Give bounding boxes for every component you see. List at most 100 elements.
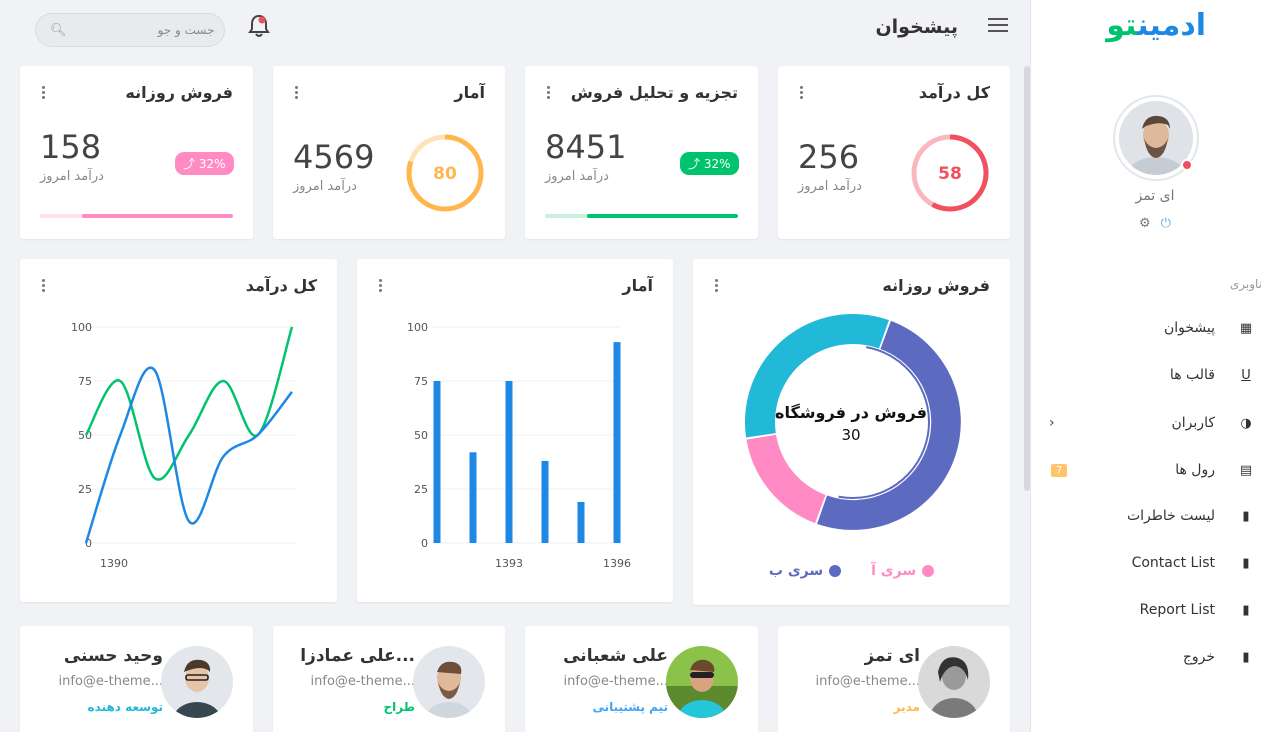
legend-item[interactable]: سری آ — [871, 563, 935, 579]
series-line[interactable] — [84, 366, 293, 544]
bell-icon[interactable] — [247, 13, 271, 39]
dashboard-icon: ▦ — [1239, 320, 1253, 336]
member-role: مدیر — [893, 700, 920, 714]
y-tick-label: 50 — [414, 429, 428, 442]
x-tick-label: 1390 — [100, 557, 128, 570]
legend-item[interactable]: سری ب — [769, 563, 842, 579]
bar[interactable] — [505, 381, 513, 543]
gear-icon[interactable]: ⚙ — [1139, 216, 1151, 231]
x-tick-label: 1396 — [603, 557, 631, 570]
book-icon: ▮ — [1242, 649, 1250, 665]
y-tick-label: 25 — [78, 483, 92, 496]
y-tick-label: 75 — [78, 375, 92, 388]
sidebar-item-label: رول ها — [1175, 462, 1215, 478]
progress-ring: 80 — [406, 134, 484, 212]
menu-icon[interactable] — [988, 18, 1008, 34]
trend-value: 32% — [198, 157, 226, 171]
book-icon: ▮ — [1242, 602, 1250, 618]
trend-up-icon: ⤴ — [688, 157, 701, 171]
sidebar-item-roles[interactable]: ▤ رول ها 7 — [1031, 455, 1278, 485]
line-chart: 02550751001390 — [71, 321, 296, 570]
sidebar-item-label: پیشخوان — [1163, 320, 1215, 336]
y-tick-label: 100 — [407, 321, 428, 334]
more-icon[interactable] — [42, 86, 48, 101]
y-tick-label: 0 — [421, 537, 428, 550]
bar[interactable] — [469, 452, 477, 543]
card-title: فروش روزانه — [882, 276, 990, 295]
team-member-card[interactable]: ای تمز info@e-theme... مدیر — [778, 626, 1010, 732]
search-input[interactable] — [74, 23, 215, 37]
stat-subtitle: درآمد امروز — [545, 169, 609, 184]
trend-pill: ⤴ 32% — [680, 152, 739, 175]
status-dot — [1181, 159, 1193, 171]
brand-part2: تو — [1106, 8, 1138, 43]
member-email: info@e-theme... — [58, 674, 163, 689]
y-tick-label: 50 — [78, 429, 92, 442]
member-email: info@e-theme... — [815, 674, 920, 689]
sidebar-item-logout[interactable]: ▮ خروج — [1031, 642, 1278, 672]
bar[interactable] — [433, 381, 441, 543]
stat-value: 4569 — [293, 138, 375, 176]
series-line[interactable] — [84, 326, 294, 481]
member-role: توسعه دهنده — [87, 700, 163, 714]
page-title: پیشخوان — [875, 16, 958, 38]
stat-card-statistics: آمار 4569 درآمد امروز 80 — [273, 66, 505, 239]
stat-value: 8451 — [545, 128, 627, 166]
bar[interactable] — [577, 501, 585, 543]
chevron-right-icon: › — [1049, 415, 1055, 431]
progress-bar-fill — [82, 214, 233, 218]
brand-logo[interactable]: ادمینتو — [1106, 8, 1206, 43]
team-member-card[interactable]: علی شعبانی info@e-theme... تیم پشتیبانی — [525, 626, 758, 732]
member-avatar — [413, 646, 485, 718]
sidebar-item-label: کاربران — [1171, 415, 1215, 431]
sidebar-item-dashboard[interactable]: ▦ پیشخوان — [1031, 313, 1278, 343]
team-member-card[interactable]: وحید حسنی info@e-theme... توسعه دهنده — [20, 626, 253, 732]
user-avatar[interactable] — [1113, 95, 1199, 181]
sidebar-item-users[interactable]: ◑ کاربران › — [1031, 408, 1278, 438]
donut-chart: فروش در فروشگاه 30 — [744, 314, 961, 530]
sidebar-item-memories[interactable]: ▮ لیست خاطرات — [1031, 501, 1278, 531]
member-role: تیم پشتیبانی — [592, 700, 668, 714]
more-icon[interactable] — [295, 86, 301, 101]
sidebar-item-templates[interactable]: U قالب ها — [1031, 360, 1278, 390]
stat-card-daily-sales: فروش روزانه 158 درآمد امروز ⤴ 32% — [20, 66, 253, 239]
sidebar-item-contact-list[interactable]: ▮ Contact List — [1031, 548, 1278, 578]
donut-slice[interactable] — [817, 320, 961, 530]
contrast-icon: ◑ — [1240, 415, 1252, 431]
bar[interactable] — [541, 460, 549, 543]
power-icon[interactable]: ⏻ — [1161, 216, 1171, 231]
x-tick-label: 1393 — [495, 557, 523, 570]
donut-slice[interactable] — [746, 434, 826, 524]
more-icon[interactable] — [800, 86, 806, 101]
scrollbar[interactable] — [1024, 66, 1030, 491]
progress-bar-fill — [587, 214, 738, 218]
trend-value: 32% — [703, 157, 731, 171]
member-name: ای تمز — [864, 646, 920, 666]
underline-icon: U — [1241, 367, 1251, 383]
card-title: آمار — [454, 83, 485, 102]
bar[interactable] — [613, 342, 621, 543]
stat-card-sales-analysis: تجزیه و تحلیل فروش 8451 درآمد امروز ⤴ 32… — [525, 66, 758, 239]
team-member-card[interactable]: علی عمادزا... info@e-theme... طراح — [273, 626, 505, 732]
card-title: تجزیه و تحلیل فروش — [570, 83, 738, 102]
search-icon[interactable]: 🔍︎ — [50, 23, 67, 38]
brand-part1: ادمین — [1137, 8, 1206, 43]
member-name: علی عمادزا... — [300, 646, 415, 666]
chart-card-statistics: آمار 0 25 50 75 100 1393 1396 — [357, 259, 673, 602]
member-email: info@e-theme... — [563, 674, 668, 689]
stat-subtitle: درآمد امروز — [293, 179, 357, 194]
book-icon: ▮ — [1242, 555, 1250, 571]
trend-up-icon: ⤴ — [183, 157, 196, 171]
card-title: فروش روزانه — [125, 83, 233, 102]
bar-chart: 0 25 50 75 100 1393 1396 — [407, 321, 631, 570]
y-tick-label: 75 — [414, 375, 428, 388]
count-badge: 7 — [1051, 463, 1068, 477]
sidebar-item-report-list[interactable]: ▮ Report List — [1031, 595, 1278, 625]
legend-dot — [922, 565, 935, 577]
legend-label: سری آ — [871, 563, 917, 579]
ring-value: 58 — [938, 164, 962, 184]
chart-card-daily-sales: فروش روزانه فروش در فروشگاه 30 سری ب سری… — [693, 259, 1010, 605]
book-icon: ▮ — [1242, 508, 1250, 524]
more-icon[interactable] — [715, 279, 721, 294]
more-icon[interactable] — [547, 86, 553, 101]
